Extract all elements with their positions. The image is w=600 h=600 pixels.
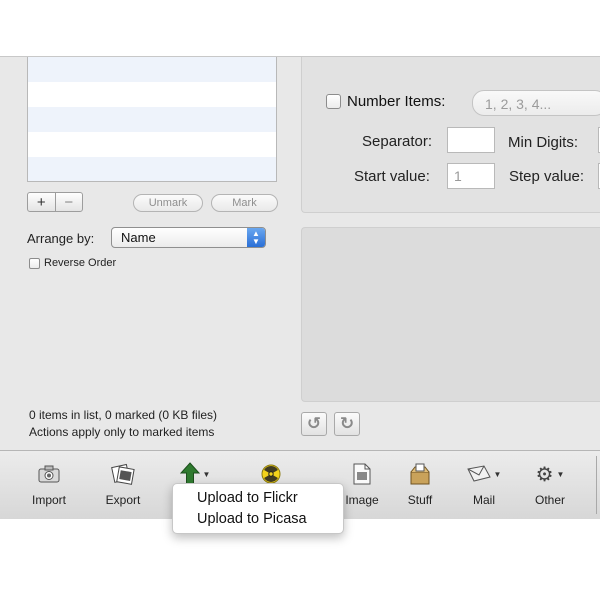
reverse-order-checkbox[interactable] xyxy=(29,257,40,269)
arrange-by-label: Arrange by: xyxy=(27,231,95,246)
remove-button[interactable]: − xyxy=(54,193,83,211)
start-value-field[interactable]: 1 xyxy=(447,163,495,189)
export-button[interactable]: Export xyxy=(91,461,155,507)
stuff-label: Stuff xyxy=(407,493,433,507)
arrange-by-value: Name xyxy=(121,230,156,245)
list-row xyxy=(28,82,276,107)
camera-icon xyxy=(38,461,60,487)
import-button[interactable]: Import xyxy=(17,461,81,507)
gear-icon: ⚙ ▼ xyxy=(535,463,565,486)
reverse-order-label: Reverse Order xyxy=(44,257,117,269)
stuff-button[interactable]: Stuff xyxy=(388,461,452,507)
photos-icon xyxy=(111,461,135,487)
menu-item-upload-flickr[interactable]: Upload to Flickr xyxy=(173,488,343,509)
min-digits-label: Min Digits: xyxy=(508,134,579,151)
main-window: + − Unmark Mark Arrange by: Name ▲ ▼ Reve… xyxy=(0,56,600,519)
number-items-label: Number Items: xyxy=(347,93,446,110)
file-list[interactable] xyxy=(27,57,277,182)
upload-menu: Upload to Flickr Upload to Picasa xyxy=(172,483,344,534)
list-row xyxy=(28,157,276,181)
popup-arrows-icon: ▲ ▼ xyxy=(247,228,265,247)
chevron-down-icon: ▼ xyxy=(493,469,502,479)
separator-field[interactable] xyxy=(447,127,495,153)
preview-panel xyxy=(301,227,600,402)
status-text: 0 items in list, 0 marked (0 KB files) A… xyxy=(29,407,217,441)
mail-button[interactable]: ▼ Mail xyxy=(452,461,516,507)
other-label: Other xyxy=(534,493,565,507)
image-label: Image xyxy=(345,493,379,507)
toolbar-divider xyxy=(596,456,597,514)
mail-label: Mail xyxy=(472,493,495,507)
add-remove-segment: + − xyxy=(27,192,83,212)
mark-button[interactable]: Mark xyxy=(211,194,278,212)
chevron-down-icon: ▼ xyxy=(202,469,211,479)
unmark-button[interactable]: Unmark xyxy=(133,194,203,212)
document-icon xyxy=(353,461,371,487)
rotate-right-button[interactable]: ↻ xyxy=(334,412,360,436)
list-row xyxy=(28,132,276,157)
import-label: Import xyxy=(31,493,66,507)
reverse-order-option[interactable]: Reverse Order xyxy=(29,257,116,269)
export-label: Export xyxy=(105,493,141,507)
rotate-left-button[interactable]: ↺ xyxy=(301,412,327,436)
rotate-right-icon: ↻ xyxy=(339,414,355,433)
status-line-2: Actions apply only to marked items xyxy=(29,425,215,439)
step-value-label: Step value: xyxy=(509,168,585,185)
start-value-label: Start value: xyxy=(354,168,430,185)
status-line-1: 0 items in list, 0 marked (0 KB files) xyxy=(29,408,218,422)
arrange-by-popup[interactable]: Name ▲ ▼ xyxy=(111,227,266,248)
box-icon xyxy=(408,461,432,487)
number-items-checkbox[interactable] xyxy=(326,94,341,109)
other-button[interactable]: ⚙ ▼ Other xyxy=(518,461,582,508)
list-row xyxy=(28,57,276,82)
menu-item-upload-picasa[interactable]: Upload to Picasa xyxy=(173,509,343,530)
list-row xyxy=(28,107,276,132)
numbering-panel: Number Items: 1, 2, 3, 4... Separator: M… xyxy=(301,57,600,213)
number-items-option[interactable]: Number Items: xyxy=(326,93,445,110)
mail-icon: ▼ xyxy=(466,461,502,487)
add-button[interactable]: + xyxy=(28,193,55,211)
number-format-field[interactable]: 1, 2, 3, 4... xyxy=(472,90,600,116)
chevron-down-icon: ▼ xyxy=(556,469,565,479)
separator-label: Separator: xyxy=(362,133,433,150)
rotate-left-icon: ↺ xyxy=(306,414,322,433)
